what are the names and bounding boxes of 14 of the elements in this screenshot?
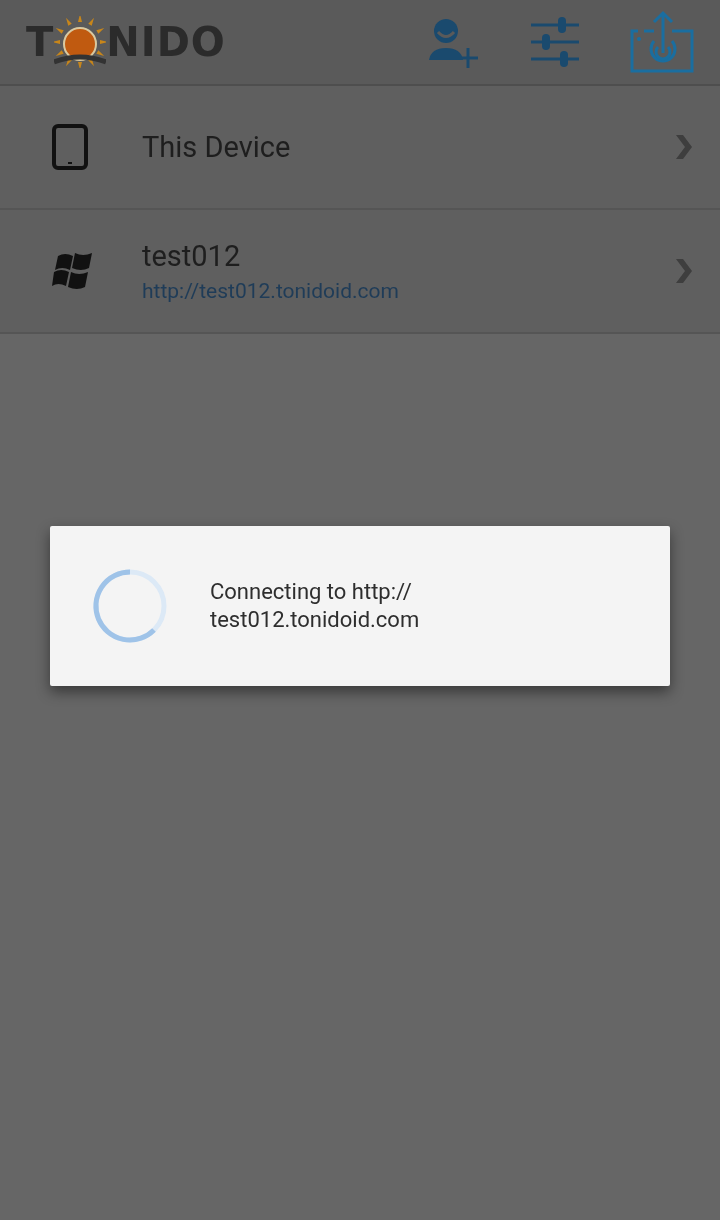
spinner-icon bbox=[92, 568, 168, 644]
sun-icon bbox=[54, 16, 107, 68]
tablet-icon bbox=[52, 124, 88, 170]
settings-button[interactable] bbox=[530, 16, 580, 68]
device-name: test012 bbox=[142, 239, 242, 273]
device-row[interactable]: This Device bbox=[0, 86, 720, 210]
dialog-message: Connecting to http:// test012.tonidoid.com bbox=[210, 578, 420, 634]
windows-logo-icon bbox=[52, 252, 94, 290]
device-url: http://test012.tonidoid.com bbox=[142, 279, 399, 303]
device-name: This Device bbox=[142, 130, 291, 164]
camera-upload-icon bbox=[630, 9, 696, 75]
sliders-icon bbox=[530, 16, 580, 68]
share-button[interactable] bbox=[630, 9, 696, 75]
device-row[interactable]: test012 http://test012.tonidoid.com bbox=[0, 210, 720, 334]
